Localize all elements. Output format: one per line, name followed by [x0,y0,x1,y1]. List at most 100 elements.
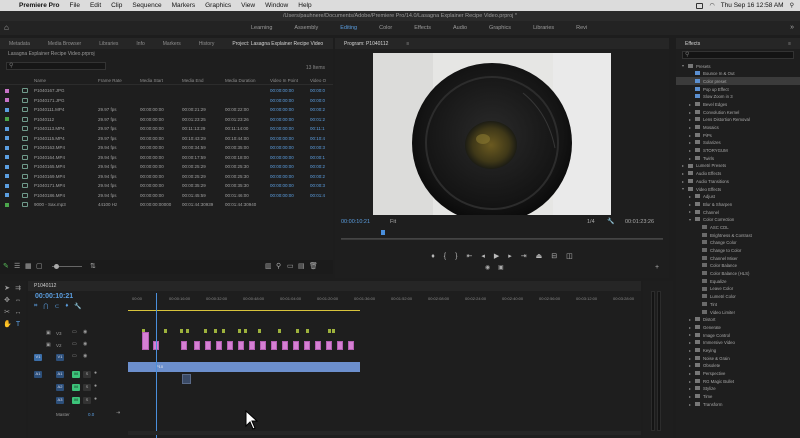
effects-tree-item[interactable]: ▸ Stylize [676,385,800,393]
track-target-a1[interactable]: A1 [56,370,64,378]
effects-tree-item[interactable]: ▸ Solarizes [676,139,800,147]
row-video-out[interactable]: 00:00:2 [310,174,325,179]
effects-tree-item[interactable]: Pop up Effect [676,85,800,93]
sort-icon[interactable]: ⇅ [90,262,96,270]
chevron-right-icon[interactable]: ▸ [689,348,691,353]
timeline-marker[interactable] [180,329,183,333]
timeline-marker[interactable] [204,329,207,333]
workspace-menu-icon[interactable]: » [790,24,794,31]
quality-select[interactable]: 1/4 [587,219,595,225]
project-row[interactable]: P1040171.JPG 00:00:00:00 00:00:0 [0,96,333,106]
panel-menu-icon[interactable]: ≡ [779,41,800,47]
wifi-icon[interactable]: ◠ [709,2,714,9]
row-video-in[interactable]: 00:00:00:00 [270,98,294,103]
panel-menu-icon[interactable]: ≡ [332,41,333,47]
effects-tree-item[interactable]: Color Balance (HLS) [676,270,800,278]
timeline-marker[interactable] [238,329,241,333]
mute-button[interactable]: M [72,383,80,391]
label-color-swatch[interactable] [5,136,9,140]
menu-graphics[interactable]: Graphics [200,2,236,9]
chevron-right-icon[interactable]: ▸ [689,371,691,376]
label-color-swatch[interactable] [5,183,9,188]
project-row[interactable]: P1040164.MP4 29.94 fps 00:00:00:00 00:00:17… [0,153,333,163]
chevron-right-icon[interactable]: ▸ [689,156,691,161]
nest-icon[interactable]: ⌗ [34,303,37,311]
effects-tree-item[interactable]: ▸ Noise & Grain [676,354,800,362]
chevron-right-icon[interactable]: ▸ [689,325,691,330]
row-video-in[interactable]: 00:00:00:00 [270,107,294,112]
v2-clip[interactable] [227,341,233,350]
effects-tree-item[interactable]: Brightness & Contrast [676,231,800,239]
effects-tree-item[interactable]: ▸ Audio Transitions [676,177,800,185]
timeline-scrollbar[interactable] [128,431,641,435]
solo-button[interactable]: S [83,396,91,404]
timeline-timecode[interactable]: 00:00:10:21 [35,293,73,300]
timeline-marker[interactable] [244,329,247,333]
v2-clip[interactable] [142,332,149,350]
tab-media-browser[interactable]: Media Browser [39,41,90,47]
timeline-marker[interactable] [186,329,189,333]
v2-clip[interactable] [337,341,343,350]
label-color-swatch[interactable] [5,164,9,169]
label-color-swatch[interactable] [5,126,9,131]
effects-tree-item[interactable]: ▸ Blur & Sharpen [676,200,800,208]
hand-tool-icon[interactable]: ✋ [3,321,12,329]
chevron-right-icon[interactable]: ▸ [682,171,684,176]
skip-icon[interactable]: ⇥ [116,410,120,416]
effects-tree-item[interactable]: Equalize [676,277,800,285]
row-video-in[interactable]: 00:00:00:00 [270,193,294,198]
menu-sequence[interactable]: Sequence [127,2,166,9]
row-video-in[interactable]: 00:00:00:00 [270,117,294,122]
row-video-in[interactable]: 00:00:00:00 [270,88,294,93]
v2-clip[interactable] [205,341,211,350]
effects-tree-item[interactable]: ▸ Mosaics [676,124,800,132]
effects-tree-item[interactable]: Change to Color [676,247,800,255]
effects-search-input[interactable]: ⚲ [682,51,794,59]
timeline-marker[interactable] [328,329,331,333]
row-video-out[interactable]: 00:00:2 [310,107,325,112]
menu-clip[interactable]: Clip [106,2,127,9]
v2-clip[interactable] [238,341,244,350]
row-video-in[interactable]: 00:00:00:00 [270,183,294,188]
effects-tree-item[interactable]: ▸ Lens Distortion Removal [676,116,800,124]
monitor-playhead[interactable] [381,230,385,235]
timeline-marker[interactable] [306,329,309,333]
project-row[interactable]: P1040163.MP4 29.94 fps 00:00:00:00 00:00:34… [0,143,333,153]
menu-edit[interactable]: Edit [85,2,106,9]
label-color-swatch[interactable] [5,174,9,178]
chevron-down-icon[interactable]: ▾ [682,186,684,191]
row-video-in[interactable]: 00:00:00:00 [270,136,294,141]
label-color-swatch[interactable] [5,193,9,197]
project-search-input[interactable]: ⚲ [6,62,106,70]
eye-icon[interactable]: ◉ [83,353,87,359]
mark-out-icon[interactable]: } [455,253,457,260]
col-frame-rate[interactable]: Frame Rate [98,78,122,83]
search-icon[interactable]: ⚲ [790,2,794,9]
effects-tree-item[interactable]: ▸ Distort [676,316,800,324]
mic-icon[interactable]: ● [94,396,97,402]
row-video-out[interactable]: 00:01:2 [310,117,325,122]
icon-view-icon[interactable]: ▦ [25,262,32,270]
chevron-right-icon[interactable]: ▸ [689,356,691,361]
solo-button[interactable]: S [83,370,91,378]
effects-tree-item[interactable]: ▸ Convolution Kernel [676,108,800,116]
effects-tree-item[interactable]: ▸ Generate [676,323,800,331]
chevron-right-icon[interactable]: ▸ [689,133,691,138]
new-item-icon[interactable]: ▤ [298,262,305,270]
effects-tree-item[interactable]: Lumetri Color [676,293,800,301]
effects-tree-item[interactable]: ▸ Audio Effects [676,170,800,178]
program-timecode[interactable]: 00:00:10:21 [341,219,370,225]
timeline-marker[interactable] [222,329,225,333]
timeline-marker[interactable] [214,329,217,333]
v2-clip[interactable] [315,341,321,350]
label-color-swatch[interactable] [5,88,9,93]
effects-tree-item[interactable]: ▸ Immersive Video [676,339,800,347]
tab-effects[interactable]: Effects [676,41,709,47]
ws-tab-audio[interactable]: Audio [442,25,478,31]
row-video-out[interactable]: 00:11:1 [310,126,325,131]
add-marker-icon[interactable]: ♦ [431,253,435,260]
project-row[interactable]: P1040169.MP4 29.94 fps 00:00:00:00 00:00:25… [0,172,333,182]
track-select-tool-icon[interactable]: ⇉ [14,285,22,293]
v2-clip[interactable] [271,341,277,350]
timeline-marker[interactable] [278,329,281,333]
